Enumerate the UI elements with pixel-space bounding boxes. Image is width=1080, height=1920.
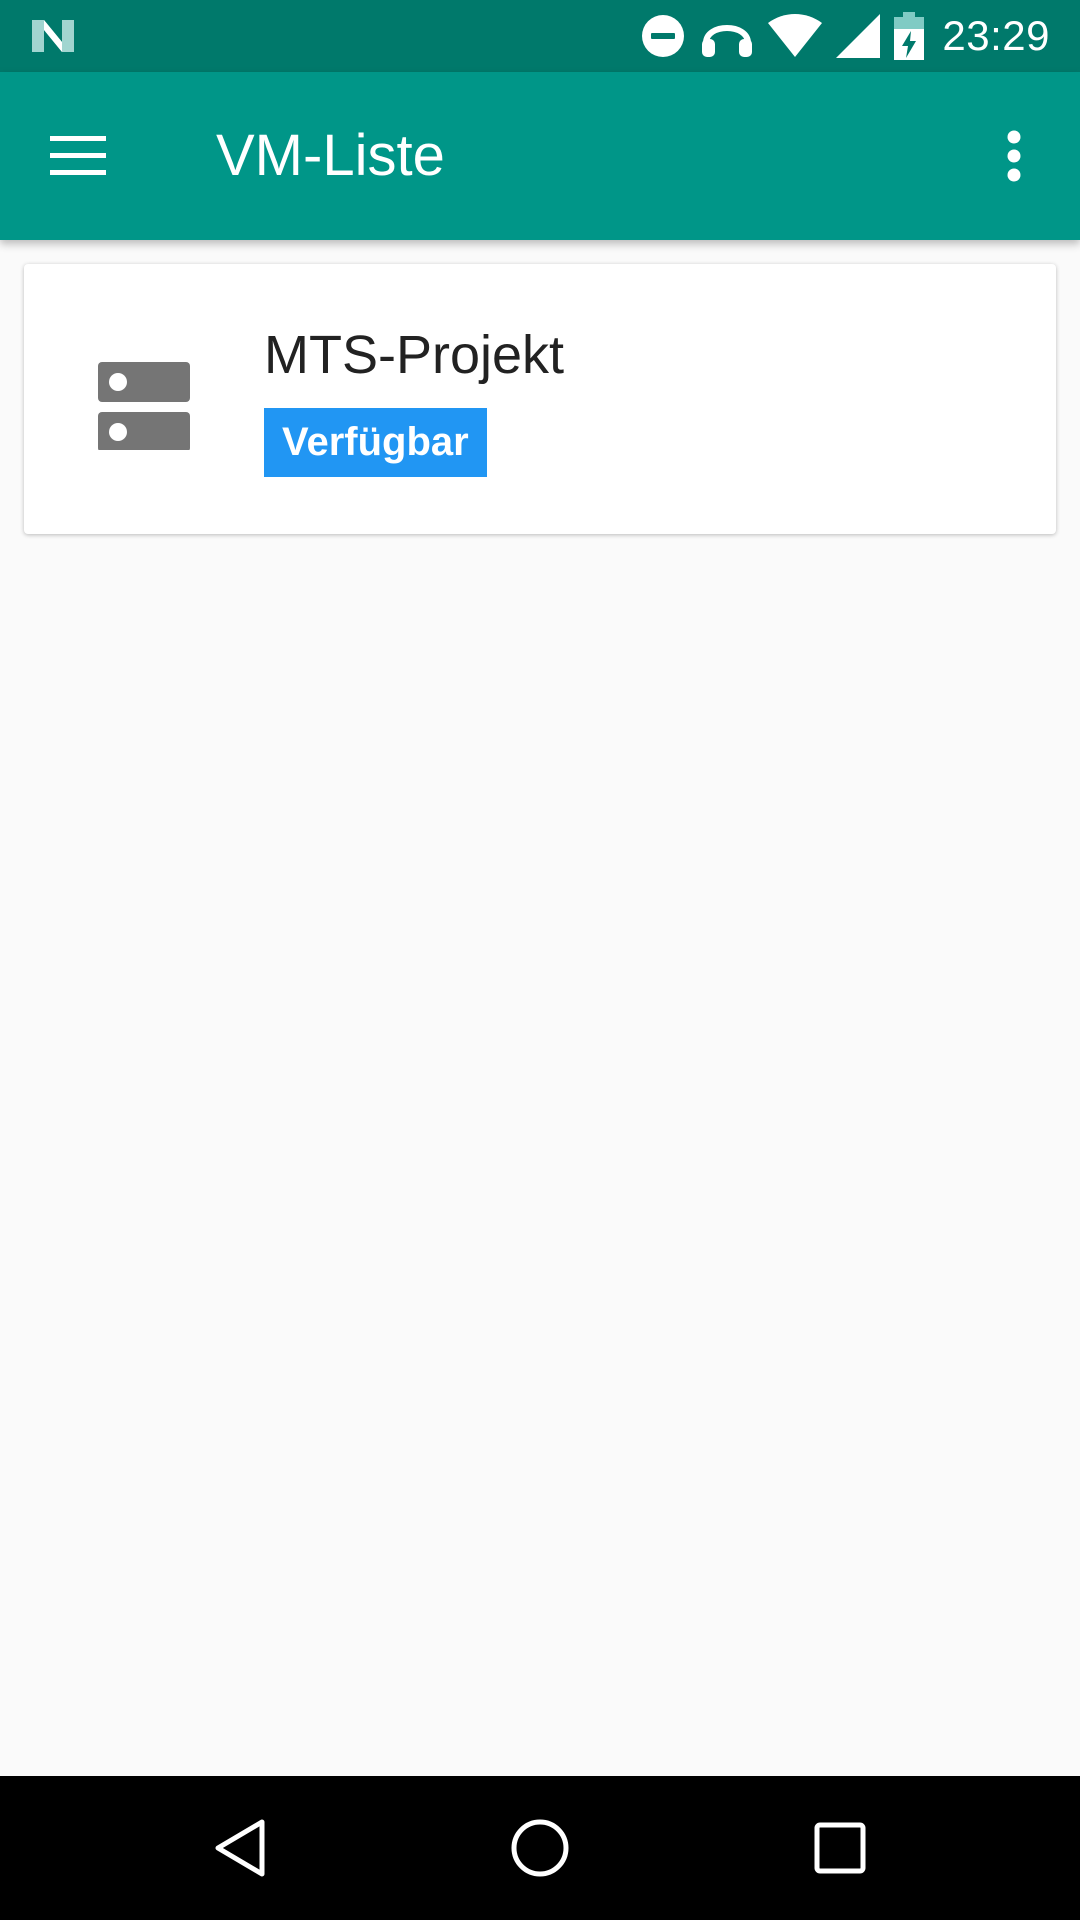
do-not-disturb-icon xyxy=(642,15,685,57)
app-bar: VM-Liste xyxy=(0,72,1080,240)
cell-signal-icon xyxy=(836,14,881,58)
recents-icon xyxy=(814,1822,866,1874)
home-button[interactable] xyxy=(480,1800,600,1896)
battery-charging-icon xyxy=(894,12,925,60)
status-badge: Verfügbar xyxy=(264,408,487,477)
status-icons: 23:29 xyxy=(640,0,1050,72)
clock: 23:29 xyxy=(942,12,1050,59)
back-button[interactable] xyxy=(180,1800,300,1896)
system-nav-bar xyxy=(0,1776,1080,1920)
headphones-icon xyxy=(702,25,753,57)
menu-button[interactable] xyxy=(30,108,126,204)
recents-button[interactable] xyxy=(780,1800,900,1896)
notification-n-icon xyxy=(32,20,74,52)
back-icon xyxy=(215,1819,265,1877)
server-icon xyxy=(98,362,190,450)
home-icon xyxy=(511,1819,569,1877)
vm-card[interactable]: MTS-Projekt Verfügbar xyxy=(24,264,1056,534)
menu-icon xyxy=(50,136,106,175)
vm-name: MTS-Projekt xyxy=(264,325,565,385)
vm-list: MTS-Projekt Verfügbar xyxy=(0,240,1080,1776)
more-options-button[interactable] xyxy=(966,108,1062,204)
more-vert-icon xyxy=(1007,130,1021,182)
page-title: VM-Liste xyxy=(216,123,445,188)
wifi-icon xyxy=(768,14,823,57)
status-bar: 23:29 xyxy=(0,0,1080,72)
